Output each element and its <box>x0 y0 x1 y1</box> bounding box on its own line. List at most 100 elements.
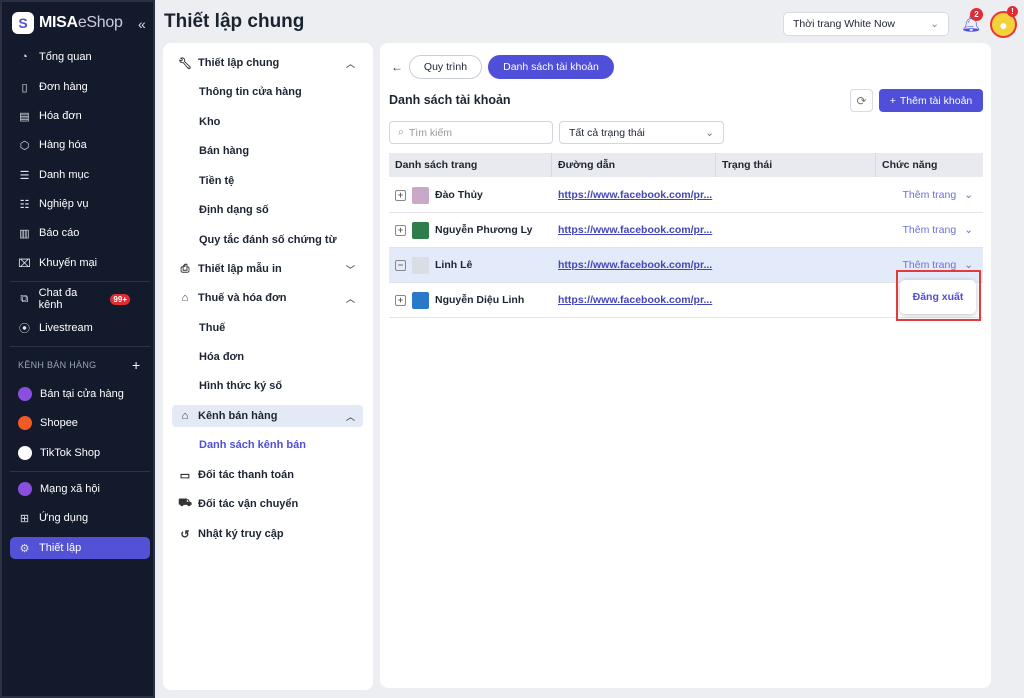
action-cell[interactable]: Thêm trang ⌄ <box>876 224 983 236</box>
menu-number-format[interactable]: Định dạng số <box>172 199 363 221</box>
chart-icon: ▥ <box>19 227 30 240</box>
sidebar-item-livestream[interactable]: ⦿ Livestream <box>10 317 150 339</box>
tab-workflow[interactable]: Quy trình <box>409 55 482 79</box>
menu-general[interactable]: 🔧︎ Thiết lập chung ︿ <box>172 52 363 74</box>
table-row[interactable]: − Linh Lê https://www.facebook.com/pr... … <box>389 248 983 283</box>
store-select[interactable]: Thời trang White Now ⌄ <box>783 12 949 36</box>
selected-value: Tất cả trạng thái <box>569 126 645 139</box>
add-page-action[interactable]: Thêm trang <box>902 224 956 236</box>
add-channel-icon[interactable]: + <box>132 357 140 373</box>
sidebar-item-tiktok[interactable]: TikTok Shop <box>10 442 150 464</box>
menu-channels[interactable]: ⌂ Kênh bán hàng ︿ <box>172 405 363 427</box>
menu-signing[interactable]: Hình thức ký số <box>172 375 363 397</box>
expand-icon[interactable]: + <box>395 224 406 236</box>
sidebar-item-reports[interactable]: ▥ Báo cáo <box>10 222 150 244</box>
table-row[interactable]: + Nguyễn Phương Ly https://www.facebook.c… <box>389 213 983 248</box>
label: Livestream <box>39 322 93 334</box>
placeholder: Tìm kiếm <box>408 126 453 139</box>
menu-channel-list[interactable]: Danh sách kênh bán <box>172 434 363 456</box>
social-icon <box>18 482 32 496</box>
menu-tax[interactable]: ⌂ Thuế và hóa đơn ︿ <box>172 287 363 309</box>
page-cell: − Linh Lê <box>389 256 552 274</box>
notification-badge: 2 <box>970 8 983 21</box>
divider <box>10 471 150 472</box>
menu-store-info[interactable]: Thông tin cửa hàng <box>172 81 363 103</box>
sidebar-item-apps[interactable]: ⊞ Ứng dụng <box>10 507 150 529</box>
label: Thêm tài khoản <box>899 94 973 107</box>
page-link[interactable]: https://www.facebook.com/pr... <box>552 189 716 201</box>
column-header: Chức năng <box>882 159 938 171</box>
page-cell: + Nguyễn Phương Ly <box>389 221 552 239</box>
menu-warehouse[interactable]: Kho <box>172 111 363 133</box>
gift-icon: ⌧ <box>18 257 31 270</box>
sidebar-item-products[interactable]: ⬡ Hàng hóa <box>10 134 150 156</box>
label: Shopee <box>40 417 78 429</box>
refresh-button[interactable]: ⟳ <box>850 89 873 112</box>
label: Chat đa kênh <box>38 287 78 311</box>
logo[interactable]: S MISAeShop <box>12 12 123 34</box>
label: Hóa đơn <box>39 110 82 122</box>
menu-numbering-rules[interactable]: Quy tắc đánh số chứng từ <box>172 229 363 251</box>
collapse-sidebar-icon[interactable]: « <box>138 16 146 32</box>
label: Tổng quan <box>39 51 92 63</box>
label: Mạng xã hội <box>40 483 100 495</box>
menu-payment[interactable]: ▭ Đối tác thanh toán <box>172 464 363 486</box>
sidebar-item-chat[interactable]: ⧉ Chat đa kênh 99+ <box>10 287 150 311</box>
gauge-icon: ◔ <box>21 51 28 63</box>
collapse-icon[interactable]: − <box>395 259 406 271</box>
main-panel: ← Quy trình Danh sách tài khoản Danh sác… <box>380 43 991 688</box>
back-arrow-icon[interactable]: ← <box>391 60 403 74</box>
card-icon: ▭ <box>179 469 191 482</box>
chevron-down-icon[interactable]: ⌄ <box>964 224 973 236</box>
chevron-down-icon[interactable]: ⌄ <box>964 189 973 201</box>
add-account-button[interactable]: + Thêm tài khoản <box>879 89 983 112</box>
menu-shipping[interactable]: ⛟ Đối tác vận chuyển <box>172 493 363 515</box>
table-header: Danh sách trang Đường dẫn Trạng thái Chứ… <box>389 153 983 177</box>
tab-account-list[interactable]: Danh sách tài khoản <box>488 55 614 79</box>
sidebar-item-catalog[interactable]: ☰ Danh mục <box>10 164 150 186</box>
menu-print-templates[interactable]: ⎙ Thiết lập mẫu in ﹀ <box>172 258 363 280</box>
label: Ứng dụng <box>39 512 89 524</box>
menu-access-log[interactable]: ↺ Nhật ký truy cập <box>172 523 363 545</box>
sidebar-item-social[interactable]: Mạng xã hội <box>10 478 150 500</box>
sidebar-item-operations[interactable]: ☷ Nghiệp vụ <box>10 193 150 215</box>
expand-icon[interactable]: + <box>395 189 406 201</box>
chat-icon: ⧉ <box>20 292 29 305</box>
search-icon: ⌕ <box>398 126 404 138</box>
column-header: Đường dẫn <box>552 153 716 177</box>
menu-sales[interactable]: Bán hàng <box>172 140 363 162</box>
tiktok-icon <box>18 446 32 460</box>
expand-icon[interactable]: + <box>395 294 406 306</box>
bank-icon: ⌂ <box>181 292 189 304</box>
search-input[interactable]: ⌕ Tìm kiếm <box>389 121 553 144</box>
broadcast-icon: ⦿ <box>19 323 30 335</box>
highlight-box <box>896 270 981 321</box>
menu-invoice[interactable]: Hóa đơn <box>172 346 363 368</box>
sidebar-item-orders[interactable]: ▯ Đơn hàng <box>10 76 150 98</box>
sidebar-item-invoices[interactable]: ▤ Hóa đơn <box>10 105 150 127</box>
chevron-down-icon: ⌄ <box>705 126 714 139</box>
sidebar-item-settings[interactable]: ⚙ Thiết lập <box>10 537 150 559</box>
truck-icon: ⛟ <box>178 497 192 509</box>
gear-icon: ⚙ <box>19 542 30 555</box>
menu-tax-item[interactable]: Thuế <box>172 317 363 339</box>
table-row[interactable]: + Nguyễn Diệu Linh https://www.facebook.c… <box>389 283 983 318</box>
table-row[interactable]: + Đào Thủy https://www.facebook.com/pr...… <box>389 178 983 213</box>
page-link[interactable]: https://www.facebook.com/pr... <box>552 294 716 306</box>
chevron-up-icon: ︿ <box>345 411 355 422</box>
add-page-action[interactable]: Thêm trang <box>902 189 956 201</box>
action-cell[interactable]: Thêm trang ⌄ <box>876 189 983 201</box>
sidebar-item-store[interactable]: Bán tại cửa hàng <box>10 383 150 405</box>
section-title: Danh sách tài khoản <box>389 93 511 107</box>
sidebar-item-overview[interactable]: ◔ Tổng quan <box>10 46 150 68</box>
page-link[interactable]: https://www.facebook.com/pr... <box>552 259 716 271</box>
page-link[interactable]: https://www.facebook.com/pr... <box>552 224 716 236</box>
status-filter-select[interactable]: Tất cả trạng thái ⌄ <box>559 121 724 144</box>
section-title: KÊNH BÁN HÀNG <box>18 360 97 370</box>
page-name: Linh Lê <box>435 259 473 271</box>
sidebar-item-promotions[interactable]: ⌧ Khuyến mại <box>10 252 150 274</box>
label: Đơn hàng <box>39 81 88 93</box>
menu-currency[interactable]: Tiền tệ <box>172 170 363 192</box>
sidebar-item-shopee[interactable]: Shopee <box>10 412 150 434</box>
page-avatar <box>412 256 429 274</box>
